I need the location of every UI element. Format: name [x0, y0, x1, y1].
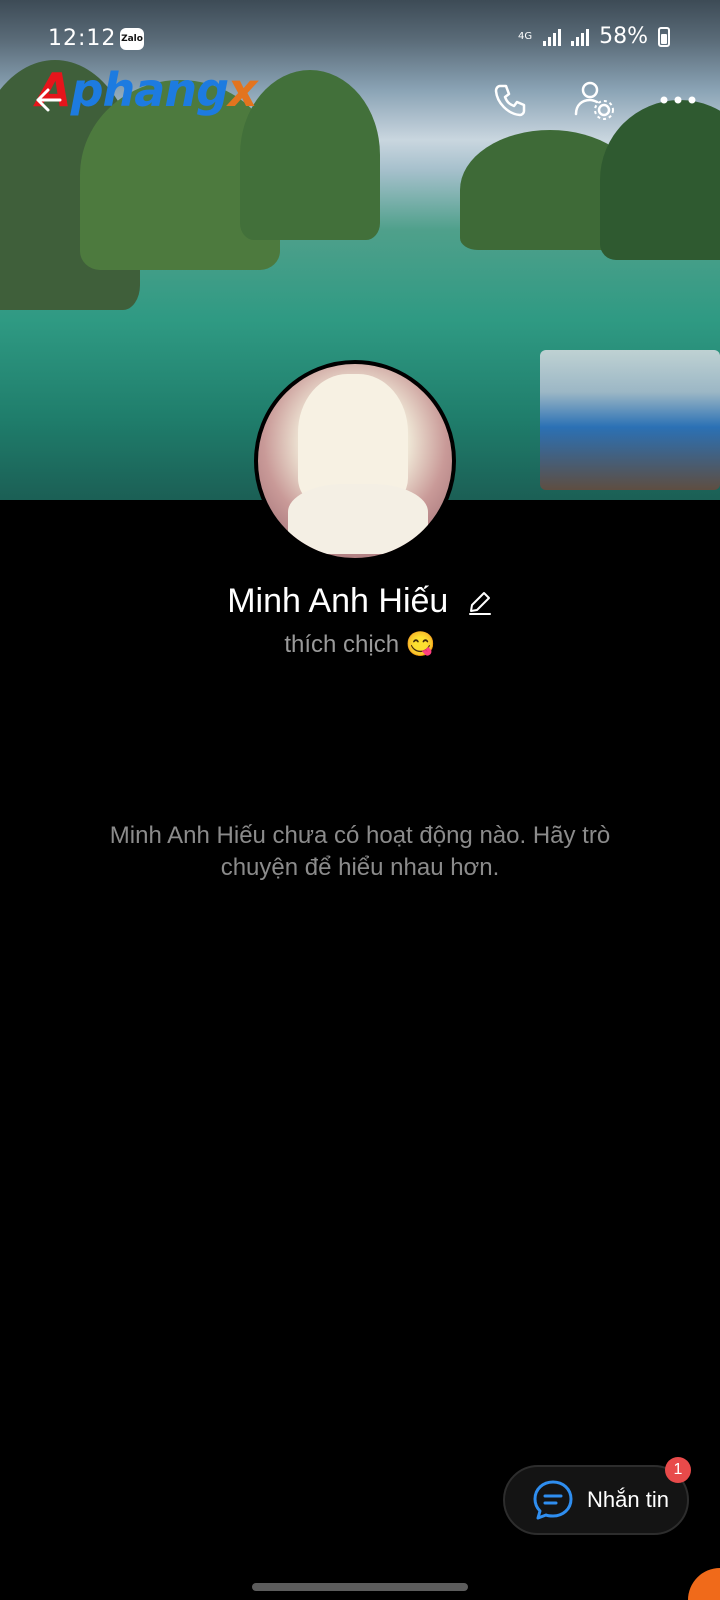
- network-type: 4G: [518, 30, 533, 42]
- status-indicators: 4G 58%: [517, 24, 670, 49]
- phone-icon: [494, 84, 526, 117]
- message-button[interactable]: Nhắn tin 1: [503, 1457, 691, 1535]
- chat-icon: [533, 1480, 573, 1520]
- profile-name: Minh Anh Hiếu: [227, 582, 449, 620]
- unread-badge: 1: [665, 1457, 691, 1483]
- cover-boats: [540, 350, 720, 490]
- profile-toolbar: Aphangx: [0, 60, 720, 140]
- user-settings-icon: [574, 81, 614, 120]
- battery-percent: 58%: [599, 24, 648, 49]
- more-icon: [660, 96, 696, 104]
- message-button-label: Nhắn tin: [587, 1487, 669, 1512]
- back-arrow-icon: [36, 88, 62, 112]
- avatar[interactable]: [254, 360, 456, 562]
- more-options-button[interactable]: [654, 76, 702, 124]
- home-indicator[interactable]: [252, 1583, 468, 1591]
- edit-icon[interactable]: [467, 589, 493, 615]
- status-time: 12:12: [48, 26, 117, 51]
- profile-settings-button[interactable]: [570, 76, 618, 124]
- empty-activity-message: Minh Anh Hiếu chưa có hoạt động nào. Hãy…: [109, 822, 611, 881]
- call-button[interactable]: [486, 76, 534, 124]
- signal-icon: [543, 28, 562, 46]
- signal-icon-2: [571, 28, 590, 46]
- floating-corner-button[interactable]: [688, 1568, 720, 1600]
- profile-status: thích chịch 😋: [284, 631, 436, 658]
- profile-name-row: Minh Anh Hiếu: [0, 582, 720, 621]
- avatar-shorts: [288, 484, 428, 554]
- back-button[interactable]: [30, 80, 70, 120]
- zalo-notification-icon: Zalo: [120, 28, 144, 50]
- battery-icon: [658, 26, 670, 47]
